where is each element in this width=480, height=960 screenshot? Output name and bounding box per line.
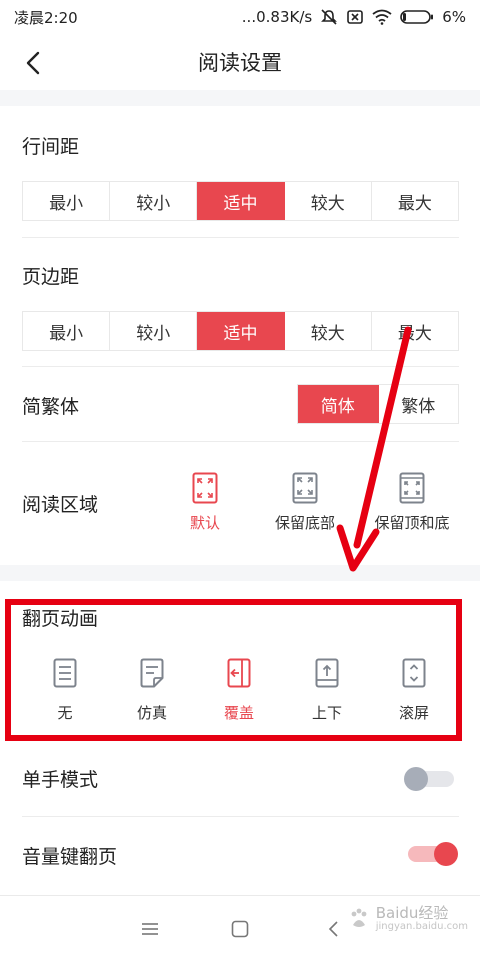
- divider: [22, 441, 459, 442]
- page-turn-option-none[interactable]: 无: [25, 658, 105, 723]
- home-square-icon: [231, 920, 249, 938]
- chevron-left-icon: [26, 51, 40, 75]
- reading-area-option-default[interactable]: 默认: [150, 472, 260, 533]
- reading-area-option-keep-bottom[interactable]: 保留底部: [250, 472, 360, 533]
- status-time: 凌晨2:20: [14, 8, 78, 27]
- page-margin-option-largest[interactable]: 最大: [371, 312, 459, 350]
- scroll-screen-icon: [402, 658, 426, 688]
- line-spacing-option-smaller[interactable]: 较小: [110, 182, 198, 220]
- paw-logo-icon: [351, 908, 367, 928]
- reading-area-keep-bottom-label: 保留底部: [274, 514, 335, 532]
- reading-area-default-icon: [192, 472, 218, 504]
- nav-bar: 阅读设置: [0, 34, 480, 90]
- toggle-knob: [434, 842, 458, 866]
- script-option-simplified[interactable]: 简体: [298, 385, 379, 423]
- page-updown-icon: [315, 658, 339, 688]
- network-speed: ...0.83K/s: [241, 8, 313, 26]
- reading-area-default-label: 默认: [189, 514, 220, 532]
- volume-key-page-turn-label: 音量键翻页: [22, 846, 118, 868]
- watermark-domain: jingyan.baidu.com: [375, 920, 468, 932]
- page-cover-icon: [227, 658, 251, 688]
- page-turn-simulated-label: 仿真: [136, 704, 167, 722]
- reading-area-keep-bottom-icon: [292, 472, 318, 504]
- line-spacing-option-smallest[interactable]: 最小: [23, 182, 111, 220]
- line-spacing-option-larger[interactable]: 较大: [284, 182, 372, 220]
- reading-area-label: 阅读区域: [22, 494, 99, 516]
- home-button[interactable]: [225, 914, 255, 944]
- page-margin-selector: 最小 较小 适中 较大 最大: [22, 311, 459, 351]
- watermark: Baidu经验 jingyan.baidu.com: [348, 904, 468, 932]
- line-spacing-label: 行间距: [22, 136, 80, 158]
- toggle-knob: [404, 767, 428, 791]
- script-option-traditional[interactable]: 繁体: [378, 385, 458, 423]
- reading-area-option-keep-top-bottom[interactable]: 保留顶和底: [357, 472, 467, 533]
- page-turn-animation-label: 翻页动画: [22, 608, 99, 630]
- page-turn-updown-label: 上下: [311, 704, 342, 722]
- status-bar: 凌晨2:20 ...0.83K/s 6%: [0, 0, 480, 34]
- watermark-text: Baidu经验 jingyan.baidu.com: [375, 904, 468, 932]
- status-right: ...0.83K/s 6%: [242, 8, 466, 26]
- menu-button[interactable]: [135, 914, 165, 944]
- mute-bell-icon: [321, 9, 338, 25]
- page-turn-option-cover[interactable]: 覆盖: [199, 658, 279, 723]
- page-turn-scroll-label: 滚屏: [398, 704, 429, 722]
- battery-level: 6%: [442, 8, 466, 26]
- page-title: 阅读设置: [198, 51, 282, 75]
- wifi-icon: [372, 9, 392, 25]
- page-margin-option-smallest[interactable]: 最小: [23, 312, 111, 350]
- page-turn-option-simulated[interactable]: 仿真: [112, 658, 192, 723]
- page-margin-label: 页边距: [22, 266, 80, 288]
- script-mode-label: 简繁体: [22, 396, 80, 418]
- page-turn-cover-label: 覆盖: [223, 704, 254, 722]
- back-button[interactable]: [16, 46, 50, 80]
- line-spacing-selector: 最小 较小 适中 较大 最大: [22, 181, 459, 221]
- battery-icon: [400, 10, 434, 24]
- reading-area-keep-top-bottom-label: 保留顶和底: [374, 514, 450, 532]
- page-margin-option-smaller[interactable]: 较小: [110, 312, 198, 350]
- watermark-brand: Baidu经验: [375, 904, 449, 922]
- script-mode-selector: 简体 繁体: [297, 384, 459, 424]
- volume-key-page-turn-toggle[interactable]: [408, 842, 458, 866]
- header-separator-band: [0, 90, 480, 106]
- page-curl-icon: [140, 658, 164, 688]
- page-lines-icon: [53, 658, 77, 688]
- divider: [22, 237, 459, 238]
- section-separator-band: [0, 565, 480, 581]
- page-turn-option-updown[interactable]: 上下: [287, 658, 367, 723]
- page-margin-option-medium[interactable]: 适中: [197, 312, 285, 350]
- one-hand-mode-label: 单手模式: [22, 769, 99, 791]
- system-back-button[interactable]: [318, 914, 348, 944]
- back-arrow-icon: [328, 921, 338, 937]
- one-hand-mode-toggle[interactable]: [404, 767, 454, 791]
- line-spacing-option-medium[interactable]: 适中: [197, 182, 285, 220]
- menu-icon: [142, 923, 158, 935]
- divider: [22, 816, 459, 817]
- page-turn-none-label: 无: [57, 704, 73, 722]
- line-spacing-option-largest[interactable]: 最大: [371, 182, 459, 220]
- divider: [22, 366, 459, 367]
- reading-area-keep-top-bottom-icon: [399, 472, 425, 504]
- page-turn-option-scroll[interactable]: 滚屏: [374, 658, 454, 723]
- sim-card-off-icon: [347, 10, 364, 24]
- page-margin-option-larger[interactable]: 较大: [284, 312, 372, 350]
